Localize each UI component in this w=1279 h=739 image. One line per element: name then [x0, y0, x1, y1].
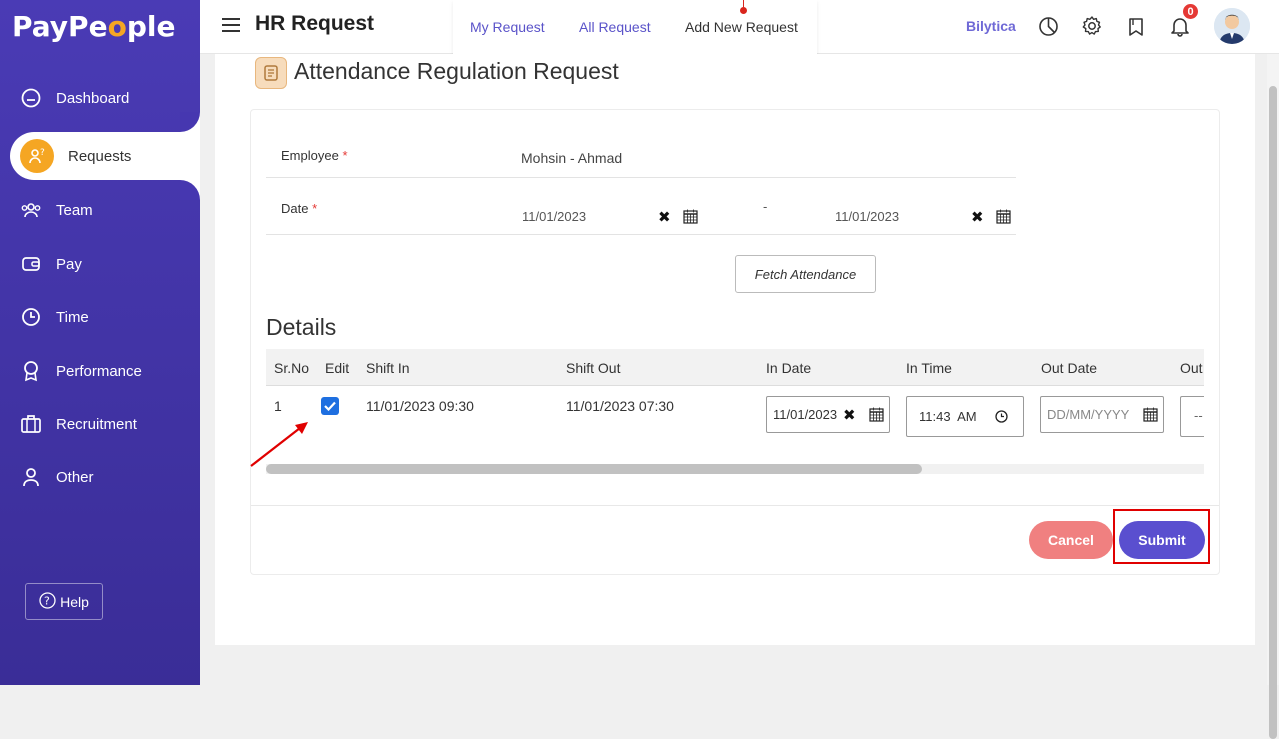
sidebar-item-recruitment[interactable]: Recruitment: [0, 400, 200, 448]
clear-date-to-icon[interactable]: ✖: [971, 208, 984, 226]
paypeople-logo[interactable]: PayPeople: [12, 10, 175, 43]
sidebar-item-dashboard[interactable]: Dashboard: [0, 74, 200, 122]
sidebar-item-performance[interactable]: Performance: [0, 347, 200, 395]
active-tab-indicator: [740, 0, 747, 14]
sidebar-item-other[interactable]: Other: [0, 453, 200, 501]
annotation-arrow-icon: [250, 422, 308, 467]
sidebar-item-pay[interactable]: Pay: [0, 240, 200, 288]
sidebar-item-requests[interactable]: ? Requests: [10, 132, 200, 180]
calendar-icon[interactable]: [1143, 407, 1158, 422]
clock-icon: [20, 306, 42, 328]
column-header: Out: [1180, 360, 1203, 376]
sidebar-item-label: Time: [56, 308, 89, 326]
help-label: Help: [60, 593, 89, 610]
row-sr-no: 1: [274, 398, 282, 414]
svg-text:?: ?: [40, 148, 45, 158]
calendar-icon[interactable]: [683, 209, 698, 224]
form-title: Attendance Regulation Request: [294, 58, 619, 84]
sidebar-item-label: Other: [56, 468, 94, 486]
document-icon: [255, 57, 287, 89]
in-time-value: 11:43 AM: [919, 409, 977, 424]
clock-icon[interactable]: [995, 410, 1008, 423]
column-header: Out Date: [1041, 360, 1098, 376]
svg-text:?: ?: [44, 594, 50, 607]
row-shift-out: 11/01/2023 07:30: [566, 398, 674, 414]
wallet-icon: [20, 253, 42, 275]
column-header: In Date: [766, 360, 812, 376]
fetch-attendance-button[interactable]: Fetch Attendance: [735, 255, 876, 293]
sidebar-item-label: Requests: [68, 147, 132, 165]
company-name[interactable]: Bilytica: [966, 18, 1016, 34]
page-scrollbar[interactable]: [1267, 54, 1279, 739]
table-horizontal-scrollbar[interactable]: [266, 464, 1204, 474]
briefcase-icon: [20, 413, 42, 435]
edit-checkbox[interactable]: [321, 397, 339, 415]
in-date-value: 11/01/2023: [773, 407, 838, 422]
clear-date-from-icon[interactable]: ✖: [658, 208, 671, 226]
tab-my-request[interactable]: My Request: [470, 19, 545, 35]
date-from-field[interactable]: 11/01/2023: [522, 209, 586, 224]
employee-label: Employee *: [281, 148, 348, 163]
tab-all-request[interactable]: All Request: [579, 19, 651, 35]
submit-highlight-annotation: [1113, 509, 1210, 564]
team-icon: [20, 199, 42, 221]
details-heading: Details: [266, 314, 337, 340]
sidebar-item-label: Performance: [56, 362, 142, 380]
column-header: Shift In: [366, 360, 410, 376]
hamburger-menu-icon[interactable]: [222, 18, 240, 32]
tab-add-new-request[interactable]: Add New Request: [685, 19, 798, 35]
clear-in-date-icon[interactable]: ✖: [843, 406, 856, 424]
column-header: Edit: [325, 360, 350, 376]
sidebar-item-time[interactable]: Time: [0, 293, 200, 341]
award-icon: [20, 360, 42, 382]
out-time-value: --: [1194, 408, 1203, 423]
sidebar-item-label: Recruitment: [56, 415, 137, 433]
out-date-placeholder: DD/MM/YYYY: [1047, 407, 1130, 422]
column-header: Shift Out: [566, 360, 621, 376]
details-table-header: Sr.No Edit Shift In Shift Out In Date In…: [266, 349, 1204, 386]
help-button[interactable]: ? Help: [25, 583, 103, 620]
avatar[interactable]: [1214, 8, 1250, 44]
request-tabs: My Request All Request Add New Request: [453, 0, 817, 56]
column-header: In Time: [906, 360, 952, 376]
question-circle-icon: ?: [39, 591, 56, 612]
pie-chart-icon[interactable]: [1036, 14, 1060, 38]
user-icon: [20, 466, 42, 488]
date-separator: -: [763, 199, 768, 214]
calendar-icon[interactable]: [996, 209, 1011, 224]
top-header: HR Request My Request All Request Add Ne…: [200, 0, 1279, 56]
employee-field[interactable]: Mohsin - Ahmad: [521, 150, 622, 166]
notification-badge: 0: [1181, 2, 1200, 21]
calendar-icon[interactable]: [869, 407, 884, 422]
sidebar-item-label: Dashboard: [56, 89, 130, 107]
gear-icon[interactable]: [1080, 14, 1104, 38]
sidebar-item-team[interactable]: Team: [0, 186, 200, 234]
bookmark-icon[interactable]: [1124, 14, 1148, 38]
date-to-field[interactable]: 11/01/2023: [835, 209, 899, 224]
date-label: Date *: [281, 201, 318, 216]
cancel-button[interactable]: Cancel: [1029, 521, 1113, 559]
requests-icon: ?: [20, 139, 54, 173]
row-shift-in: 11/01/2023 09:30: [366, 398, 474, 414]
sidebar-item-label: Team: [56, 201, 93, 219]
dashboard-icon: [20, 87, 42, 109]
column-header: Sr.No: [274, 360, 310, 376]
sidebar-item-label: Pay: [56, 255, 82, 273]
page-title: HR Request: [255, 12, 375, 35]
sidebar: PayPeople Dashboard ? Requests Team Pay …: [0, 0, 200, 685]
